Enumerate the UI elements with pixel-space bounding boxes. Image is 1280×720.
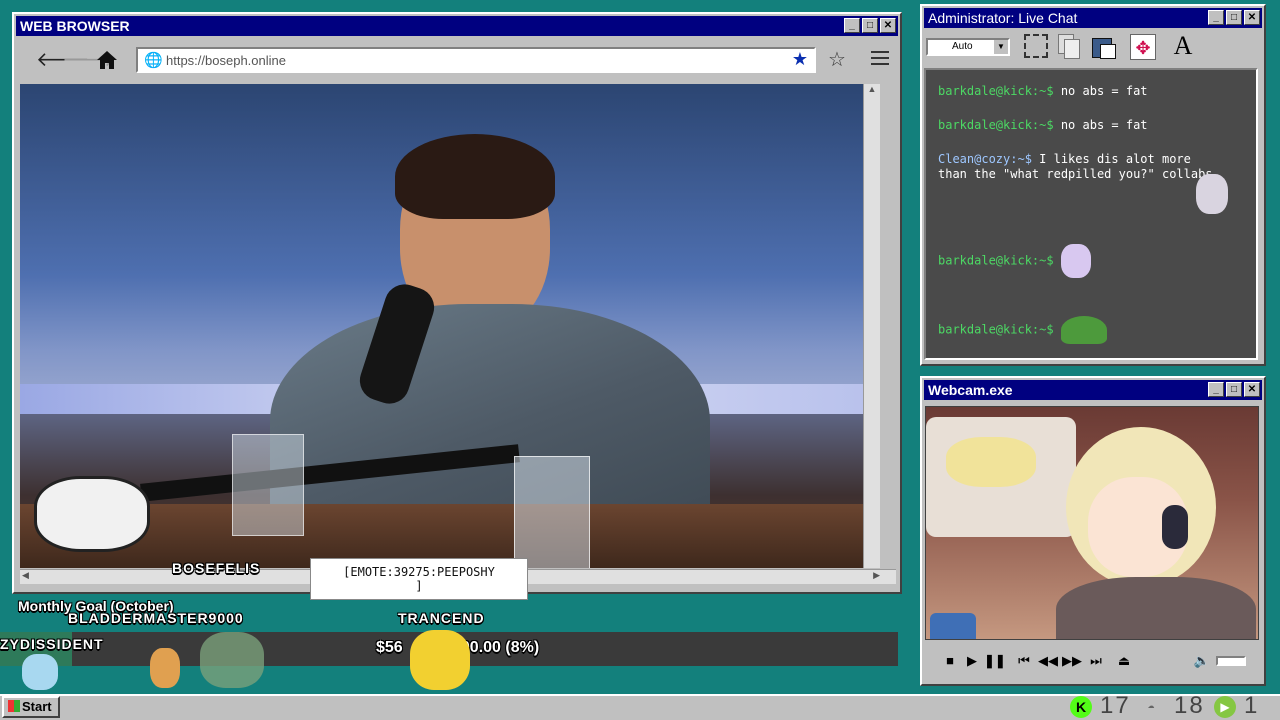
webcam-feed [925, 406, 1259, 640]
kick-icon[interactable]: K [1070, 696, 1092, 718]
pillow [946, 437, 1036, 487]
globe-icon: 🌐 [144, 52, 163, 69]
minimize-button[interactable]: _ [1208, 10, 1224, 25]
select-region-icon[interactable] [1024, 34, 1048, 58]
move-icon[interactable]: ✥ [1130, 34, 1156, 60]
tooltip-text: [EMOTE:39275:PEEPOSHY [343, 565, 495, 579]
pepe-emote-icon [1060, 316, 1107, 344]
vtuber-sweater [1056, 577, 1256, 639]
maximize-button[interactable]: □ [1226, 382, 1242, 397]
rewind-icon[interactable]: ◀◀ [1038, 652, 1058, 670]
video-frame[interactable]: ▲ [20, 84, 880, 568]
skip-back-icon[interactable]: ⏮ [1014, 652, 1034, 670]
chevron-down-icon[interactable]: ▼ [994, 40, 1008, 54]
mewtwo-emote-icon [1060, 244, 1091, 278]
chat-username[interactable]: Clean@cozy:~$ [938, 152, 1032, 166]
url-text: https://boseph.online [166, 53, 286, 68]
vtuber-headphones [1162, 505, 1188, 549]
chat-title: Administrator: Live Chat [928, 10, 1078, 26]
font-select-value: Auto [952, 41, 973, 52]
elephant-sticker-icon [34, 476, 150, 552]
video-vertical-scrollbar[interactable]: ▲ [863, 84, 880, 568]
rumble-icon[interactable]: ▶ [1214, 696, 1236, 718]
copy-icon[interactable] [1058, 34, 1080, 59]
maximize-button[interactable]: □ [862, 18, 878, 33]
viewer-count-cozy: 18 [1174, 692, 1205, 719]
scroll-up-icon[interactable]: ▲ [864, 84, 880, 94]
paste-icon[interactable] [1090, 34, 1116, 59]
close-button[interactable]: ✕ [1244, 10, 1260, 25]
chat-message: barkdale@kick:~$ no abs = fat [938, 84, 1244, 99]
sprite-character-icon [200, 632, 264, 688]
fast-forward-icon[interactable]: ▶▶ [1062, 652, 1082, 670]
cup-right [514, 456, 590, 568]
tooltip-bracket: ] [415, 579, 423, 593]
forward-arrow-icon[interactable]: 🡒 [62, 48, 116, 72]
cup-left [232, 434, 304, 536]
sprite-character-icon [22, 654, 58, 690]
blue-mug [930, 613, 976, 639]
chat-message: barkdale@kick:~$ no abs = fat [938, 118, 1244, 133]
anime-emote-icon [1196, 174, 1228, 214]
bookmark-star-icon[interactable]: ☆ [828, 47, 846, 72]
bookmark-star-filled-icon[interactable]: ★ [792, 49, 808, 70]
person-hair [395, 134, 555, 219]
pause-icon[interactable]: ❚❚ [984, 652, 1006, 670]
chat-text: no abs = fat [1060, 84, 1148, 98]
minimize-button[interactable]: _ [1208, 382, 1224, 397]
maximize-button[interactable]: □ [1226, 10, 1242, 25]
username-zydissident: ZYDISSIDENT [0, 636, 104, 652]
chat-message: Clean@cozy:~$ I likes dis alot more than… [938, 152, 1244, 182]
username-trancend: TRANCEND [398, 610, 485, 626]
volume-icon[interactable]: 🔈 [1192, 652, 1212, 670]
sprite-character-icon [150, 648, 180, 688]
browser-titlebar[interactable]: WEB BROWSER _ □ ✕ [16, 16, 898, 36]
volume-slider[interactable] [1216, 656, 1246, 666]
username-bosefelis: BOSEFELIS [172, 560, 261, 576]
chat-username[interactable]: barkdale@kick:~$ [938, 254, 1054, 268]
close-button[interactable]: ✕ [1244, 382, 1260, 397]
home-icon[interactable] [94, 48, 120, 72]
emote-tooltip: [EMOTE:39275:PEEPOSHY ] [310, 558, 528, 600]
scroll-left-icon[interactable]: ◀ [22, 570, 29, 581]
close-button[interactable]: ✕ [880, 18, 896, 33]
play-icon[interactable]: ▶ [962, 652, 982, 670]
sprite-character-icon [410, 630, 470, 690]
chat-username[interactable]: barkdale@kick:~$ [938, 118, 1054, 132]
chat-titlebar[interactable]: Administrator: Live Chat _ □ ✕ [924, 8, 1262, 28]
scroll-right-icon[interactable]: ▶ [873, 570, 880, 581]
viewer-count-rumble: 1 [1244, 692, 1258, 719]
start-button[interactable]: Start [2, 696, 60, 718]
menu-icon[interactable] [871, 51, 889, 65]
chat-message: barkdale@kick:~$ [938, 244, 1244, 278]
stop-icon[interactable]: ■ [940, 652, 960, 670]
browser-title: WEB BROWSER [20, 18, 130, 34]
address-bar[interactable]: 🌐 https://boseph.online ★ [136, 47, 816, 73]
skip-forward-icon[interactable]: ⏭ [1086, 652, 1106, 670]
goal-amount-left: $56 [376, 639, 403, 656]
font-select[interactable]: Auto ▼ [926, 38, 1010, 56]
viewer-count-kick: 17 [1100, 692, 1131, 719]
chat-text: no abs = fat [1060, 118, 1148, 132]
chat-username[interactable]: barkdale@kick:~$ [938, 323, 1054, 337]
eject-icon[interactable]: ⏏ [1114, 652, 1134, 670]
minimize-button[interactable]: _ [844, 18, 860, 33]
webcam-titlebar[interactable]: Webcam.exe _ □ ✕ [924, 380, 1262, 400]
start-label: Start [22, 699, 52, 714]
back-arrow-icon[interactable]: 🡐 [36, 48, 90, 72]
windows-logo-icon [8, 700, 20, 712]
cozy-icon[interactable]: ☁ [1140, 696, 1162, 718]
username-bladdermaster: BLADDERMASTER9000 [68, 610, 244, 626]
chat-message: barkdale@kick:~$ [938, 316, 1244, 344]
webcam-title: Webcam.exe [928, 382, 1013, 398]
chat-username[interactable]: barkdale@kick:~$ [938, 84, 1054, 98]
font-icon[interactable]: A [1170, 32, 1196, 60]
chat-log[interactable]: barkdale@kick:~$ no abs = fat barkdale@k… [924, 68, 1258, 360]
